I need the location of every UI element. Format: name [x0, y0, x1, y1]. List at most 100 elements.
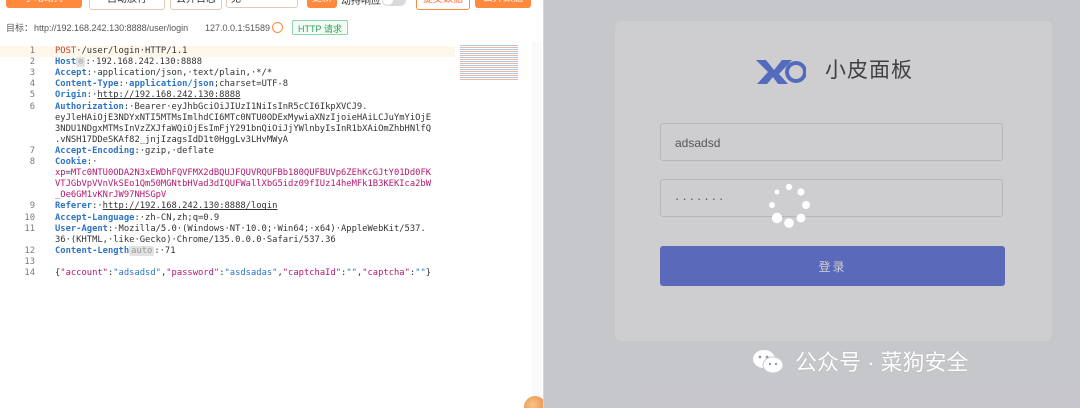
target-label: 目标： [6, 23, 34, 33]
wechat-icon [753, 350, 784, 374]
code-token: User-Agent [55, 223, 108, 234]
code-token: xp [55, 168, 66, 179]
code-token: "asdsadas" [224, 268, 278, 278]
code-text: Referer:·http://192.168.242.130:8888/log… [55, 201, 277, 212]
code-text: Accept-Language:·zh-CN,zh;q=0.9 [55, 213, 219, 224]
code-token: Host [55, 57, 77, 68]
assistant-avatar-icon[interactable] [524, 396, 543, 408]
code-token: :·zh-CN,zh;q=0.9 [134, 212, 220, 223]
code-text: xp=MTc0NTU0ODA2N3xEWDhFQVFMX2dBQUJFQUVRQ… [55, 168, 431, 179]
watermark-text: 公众号 · 菜狗安全 [795, 350, 969, 375]
code-text: Accept-Encoding:·gzip,·deflate [55, 146, 214, 157]
code-text: Cookie:· [55, 157, 97, 168]
code-token: Accept-Encoding [55, 145, 135, 156]
code-text: Origin:·http://192.168.242.130:8888 [55, 90, 240, 101]
line-number: 7 [29, 145, 35, 156]
toolbar: 手动劫持 自动放行 丢弃日志 无 更新 劫持响应 提交数据 丢弃数据 [0, 0, 543, 12]
line-number: 12 [24, 245, 35, 256]
loading-spinner-icon [769, 183, 810, 228]
code-token: POST [55, 46, 77, 56]
code-token: "" [415, 268, 426, 278]
code-text: 3NDU1NDgxMTMsInVzZXJfaWQiOjEsImFjY291bnQ… [55, 124, 431, 135]
line-number: 8 [29, 157, 35, 167]
target-url: http://192.168.242.130:8888/user/login [34, 23, 189, 33]
code-token: :·71 [154, 245, 176, 256]
line-number: 4 [29, 79, 35, 90]
code-line: 1 POST·/user/login·HTTP/1.1 [0, 46, 455, 57]
code-text: Host ⊙:·192.168.242.130:8888 [55, 57, 202, 68]
hijack-response-label: 劫持响应 [341, 0, 381, 7]
code-token: Cookie [55, 157, 87, 167]
code-token: Referer [55, 201, 93, 212]
code-token: Origin [55, 90, 87, 101]
code-token: VTJGbVpVVnVkSEo1Qm50MGNtbHVad3dIQUFWallX… [55, 179, 432, 190]
auto-forward-button[interactable]: 自动放行 [89, 0, 165, 10]
code-text: Content-Type:·application/json;charset=U… [55, 79, 288, 90]
code-token[interactable]: http://192.168.242.130:8888/login [103, 201, 278, 211]
editor-minimap[interactable] [460, 45, 518, 81]
code-token: ·/user/login·HTTP/1.1 [76, 46, 188, 56]
code-token: Content-Type [55, 79, 119, 90]
code-token: :· [92, 201, 103, 212]
code-token: } [425, 268, 432, 278]
login-page: 小皮面板 adsadsd ······· 登录 公众号 · 菜狗安全 [544, 0, 1080, 408]
code-token: "adsadsd" [113, 268, 161, 278]
line-number: 9 [29, 201, 35, 212]
copy-icon[interactable] [272, 22, 283, 33]
code-text: POST·/user/login·HTTP/1.1 [55, 46, 187, 57]
code-editor[interactable]: 1 POST·/user/login·HTTP/1.1 2 Host ⊙:·192.16… [0, 42, 543, 408]
code-token: eyJleHAiOjE3NDYxNTI5MTMsImlhdCI6MTc0NTU0… [55, 112, 432, 123]
rule-select[interactable]: 无 [226, 0, 298, 8]
code-token: :·192.168.242.130:8888 [85, 57, 203, 68]
code-token: application/json [129, 79, 214, 90]
code-token: auto [129, 245, 155, 256]
code-text: .vNSH17DDeSKAf82_jnjIzagsIdD1t0HggLv3LHv… [55, 135, 288, 146]
code-text: VTJGbVpVVnVkSEo1Qm50MGNtbHVad3dIQUFWallX… [55, 179, 431, 190]
code-token: 3NDU1NDgxMTMsInVzZXJfaWQiOjEsImFjY291bnQ… [55, 123, 432, 134]
code-text: Accept:·application/json,·text/plain,·*/… [55, 68, 272, 79]
line-number: 5 [29, 90, 35, 101]
line-number: 6 [29, 101, 35, 112]
line-number: 11 [24, 223, 35, 234]
code-token: MTc0NTU0ODA2N3xEWDhFQVFMX2dBQUJFQUVRQUFB… [70, 168, 432, 179]
target-bar: 目标： http://192.168.242.130:8888/user/log… [0, 20, 543, 36]
code-token[interactable]: http://192.168.242.130:8888 [97, 90, 240, 100]
line-number: 3 [29, 68, 35, 79]
protocol-badge: HTTP 请求 [292, 20, 348, 35]
code-text: User-Agent:·Mozilla/5.0·(Windows·NT·10.0… [55, 224, 426, 235]
code-token: Accept [55, 68, 87, 79]
code-token: "captcha" [362, 268, 410, 278]
code-token: :· [118, 79, 130, 90]
line-number: 10 [24, 212, 35, 223]
code-token: Accept-Language [55, 212, 135, 223]
code-text: eyJleHAiOjE3NDYxNTI5MTMsImlhdCI6MTc0NTU0… [55, 113, 431, 124]
code-token: Authorization [55, 101, 124, 112]
code-token: :·Bearer·eyJhbGciOiJIUzI1NiIsInR5cCI6Ikp… [123, 101, 368, 112]
editor-scrollbar[interactable] [532, 42, 542, 408]
code-token: "password" [166, 268, 220, 278]
target-ip: 127.0.0.1:51589 [205, 23, 271, 33]
hijack-response-toggle[interactable] [382, 0, 406, 6]
code-token: "account" [60, 268, 108, 278]
code-token: :·gzip,·deflate [134, 145, 214, 156]
code-text: 36·(KHTML,·like·Gecko)·Chrome/135.0.0.0·… [55, 235, 336, 246]
code-token: Content-Length [55, 245, 130, 256]
code-text: Content-Length auto:·71 [55, 245, 176, 257]
code-token: _Oe6GM1vKNrJW97NHSGpV [55, 190, 167, 201]
line-number: 2 [29, 57, 35, 68]
code-token: "" [346, 268, 357, 278]
code-token: 36·(KHTML,·like·Gecko)·Chrome/135.0.0.0·… [55, 234, 336, 245]
request-editor-panel: 手动劫持 自动放行 丢弃日志 无 更新 劫持响应 提交数据 丢弃数据 目标： h… [0, 0, 544, 408]
modify-button[interactable]: 更新 [307, 0, 337, 8]
manual-hijack-button[interactable]: 手动劫持 [6, 0, 82, 8]
code-token: "captchaId" [282, 268, 342, 278]
line-number: 1 [29, 46, 35, 56]
code-token: :· [86, 157, 98, 167]
drop-data-button[interactable]: 丢弃数据 [475, 0, 531, 8]
code-text: Authorization:·Bearer·eyJhbGciOiJIUzI1Ni… [55, 102, 367, 113]
code-token: :·Mozilla/5.0·(Windows·NT·10.0;·Win64;·x… [107, 223, 426, 234]
code-token: :·application/json,·text/plain,·*/* [86, 68, 273, 79]
submit-data-button[interactable]: 提交数据 [416, 0, 470, 10]
line-number: 13 [24, 256, 35, 267]
drop-log-button[interactable]: 丢弃日志 [170, 0, 222, 10]
